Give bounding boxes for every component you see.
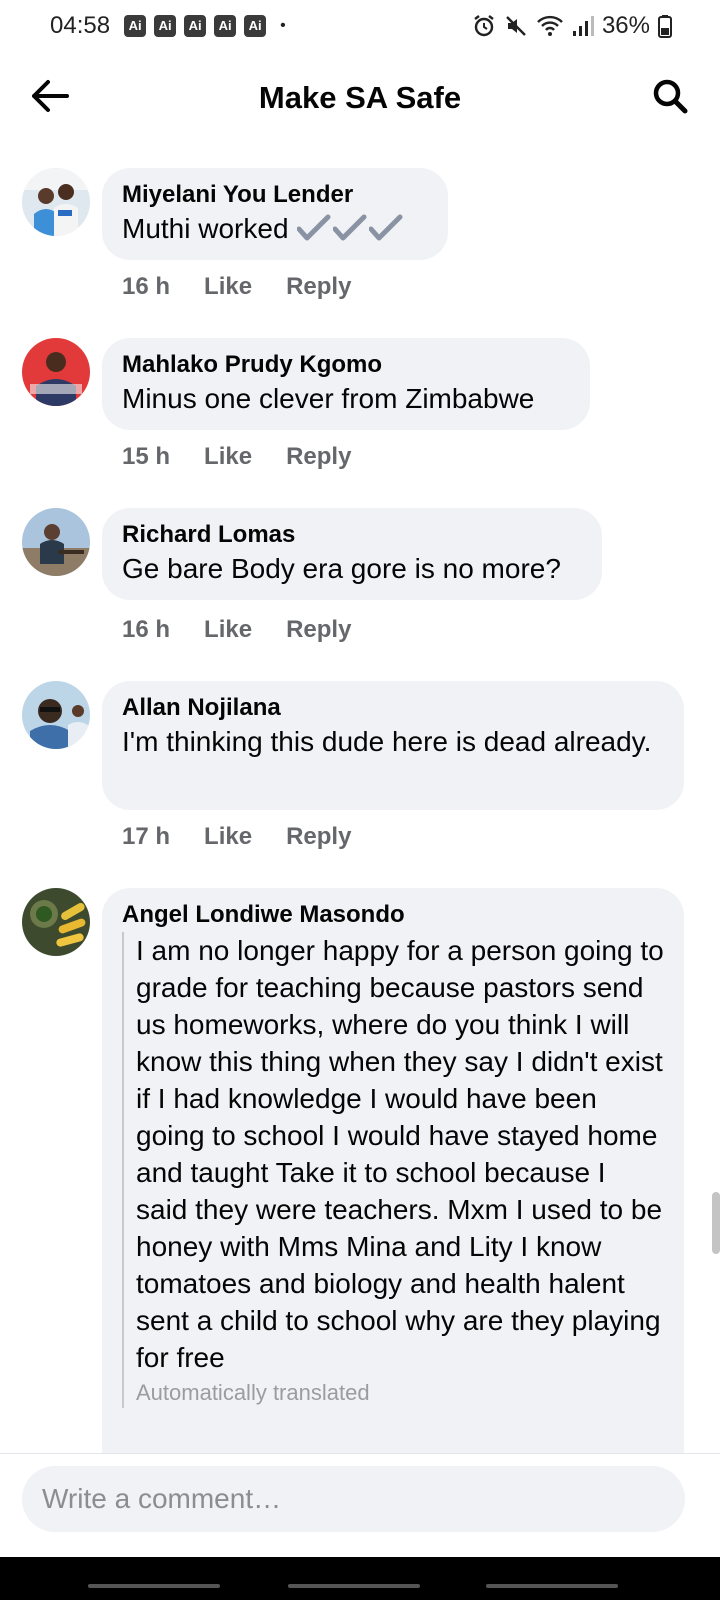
wifi-icon [536,14,564,38]
reply-button[interactable]: Reply [286,615,351,645]
like-button[interactable]: Like [204,272,252,302]
checkmark-icon [296,214,403,244]
nav-home-button[interactable] [288,1584,420,1588]
comment-text: Ge bare Body era gore is no more? [122,553,561,584]
reply-button[interactable]: Reply [286,822,351,852]
comment-bubble[interactable]: Allan Nojilana I'm thinking this dude he… [102,681,684,810]
ai-badge: Ai [154,15,177,37]
signal-icon [572,14,594,38]
ai-badge: Ai [184,15,207,37]
comment-actions: 17 h Like Reply [122,822,351,852]
comment-text: I am no longer happy for a person going … [136,935,664,1373]
page-title: Make SA Safe [258,80,462,115]
search-button[interactable] [648,76,692,120]
comment-author[interactable]: Richard Lomas [122,520,582,550]
comment-timestamp: 16 h [122,273,171,300]
battery-label: 36% [601,12,650,39]
status-bar: 04:58 Ai Ai Ai Ai Ai • 36% [0,0,720,52]
comment-text-row: Muthi worked [122,210,428,247]
comment-author[interactable]: Angel Londiwe Masondo [122,900,664,930]
ai-badge: Ai [214,15,237,37]
like-button[interactable]: Like [204,822,252,852]
scrollbar-thumb[interactable] [712,1192,720,1254]
comment-actions: 15 h Like Reply [122,442,351,472]
comment-bubble[interactable]: Richard Lomas Ge bare Body era gore is n… [102,508,602,600]
nav-recents-button[interactable] [88,1584,220,1588]
comment-actions: 16 h Like Reply [122,272,351,302]
comment-author[interactable]: Miyelani You Lender [122,180,428,210]
comment-author[interactable]: Allan Nojilana [122,693,664,723]
comment-timestamp: 15 h [122,443,171,470]
notification-dot: • [280,17,286,34]
arrow-left-icon [30,79,70,118]
auto-translated-label[interactable]: Automatically translated [136,1378,664,1408]
status-time: 04:58 [50,12,111,39]
comment-bubble[interactable]: Miyelani You Lender Muthi worked [102,168,448,260]
nav-back-button[interactable] [486,1584,618,1588]
comment-bubble[interactable]: Angel Londiwe Masondo I am no longer hap… [102,888,684,1453]
comment-composer [0,1453,720,1557]
back-button[interactable] [28,76,72,120]
avatar[interactable] [22,888,90,956]
comment-text: Muthi worked [122,213,289,244]
reply-button[interactable]: Reply [286,272,351,302]
avatar[interactable] [22,168,90,236]
ai-badge: Ai [244,15,267,37]
comment-bubble[interactable]: Mahlako Prudy Kgomo Minus one clever fro… [102,338,590,430]
avatar[interactable] [22,508,90,576]
reply-button[interactable]: Reply [286,442,351,472]
app-header: Make SA Safe [0,58,720,138]
comment-timestamp: 16 h [122,616,171,643]
mute-icon [504,14,528,38]
ai-badge: Ai [124,15,147,37]
avatar[interactable] [22,681,90,749]
comment-text: I'm thinking this dude here is dead alre… [122,726,652,757]
comment-input[interactable] [22,1466,685,1532]
comment-timestamp: 17 h [122,823,171,850]
comment-author[interactable]: Mahlako Prudy Kgomo [122,350,570,380]
like-button[interactable]: Like [204,615,252,645]
alarm-icon [472,14,496,38]
search-icon [652,78,688,119]
avatar[interactable] [22,338,90,406]
translated-text-block: I am no longer happy for a person going … [122,932,664,1408]
comment-actions: 16 h Like Reply [122,615,351,645]
like-button[interactable]: Like [204,442,252,472]
comment-text: Minus one clever from Zimbabwe [122,383,535,414]
battery-icon [658,14,672,38]
system-nav-bar [0,1557,720,1600]
